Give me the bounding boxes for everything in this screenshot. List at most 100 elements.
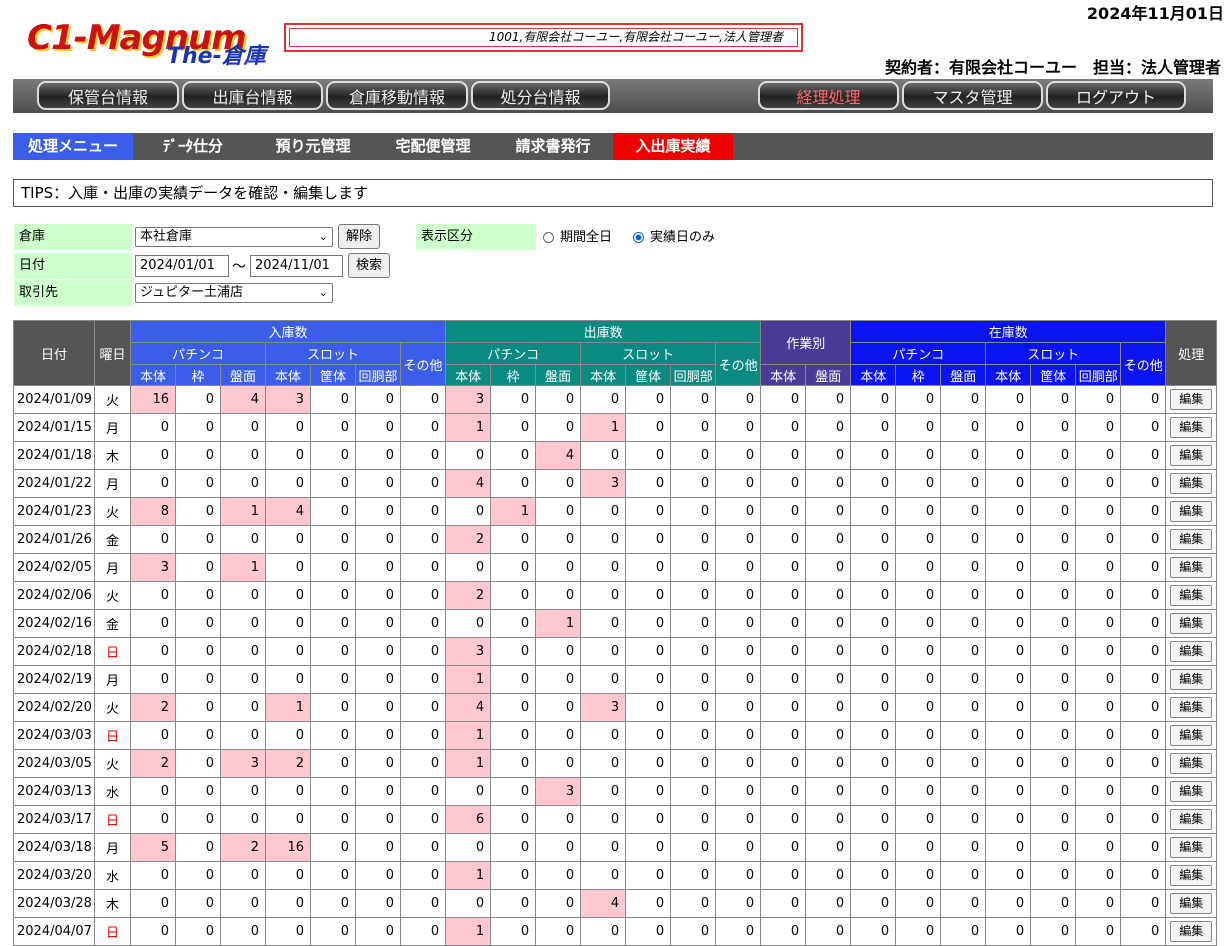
row-in-value: 0 xyxy=(220,889,266,918)
client-label: 取引先 xyxy=(14,280,132,306)
client-select[interactable]: ジュピター土浦店 ⌄ xyxy=(135,283,333,303)
date-from-input[interactable]: 2024/01/01 xyxy=(135,255,229,277)
table-row: 2024/01/23 火 8 0 1 4 0 0 0 0 1 0 0 0 0 0 0 0 0 0 0 0 0 0 0 編集 xyxy=(13,497,1218,526)
edit-button[interactable]: 編集 xyxy=(1170,557,1213,578)
row-action: 編集 xyxy=(1165,525,1218,554)
row-in-value: 0 xyxy=(310,581,356,610)
edit-button[interactable]: 編集 xyxy=(1170,641,1213,662)
edit-button[interactable]: 編集 xyxy=(1170,669,1213,690)
edit-button[interactable]: 編集 xyxy=(1170,613,1213,634)
row-in-value: 0 xyxy=(399,413,447,442)
row-stock-value: 0 xyxy=(1075,553,1122,582)
row-in-value: 0 xyxy=(130,861,176,890)
table-row: 2024/03/03 日 0 0 0 0 0 0 0 1 0 0 0 0 0 0 0 0 0 0 0 0 0 0 0 編集 xyxy=(13,721,1218,750)
row-out-value: 0 xyxy=(445,609,492,638)
row-out-value: 1 xyxy=(445,413,492,442)
search-button[interactable]: 検索 xyxy=(348,253,390,278)
row-stock-value: 0 xyxy=(895,525,942,554)
app-logo[interactable]: C1-Magnum The-倉庫 xyxy=(27,18,267,70)
row-stock-value: 0 xyxy=(1030,553,1077,582)
row-out-value: 0 xyxy=(625,413,672,442)
col-sub: 盤面 xyxy=(220,364,266,386)
row-weekday: 日 xyxy=(94,917,131,946)
nav-storage-info[interactable]: 保管台情報 xyxy=(37,81,179,110)
edit-button[interactable]: 編集 xyxy=(1170,529,1213,550)
row-action: 編集 xyxy=(1165,581,1218,610)
tab-invoice-issue[interactable]: 請求書発行 xyxy=(493,133,613,160)
row-out-value: 1 xyxy=(580,413,627,442)
edit-button[interactable]: 編集 xyxy=(1170,501,1213,522)
clear-button[interactable]: 解除 xyxy=(338,224,380,249)
date-to-input[interactable]: 2024/11/01 xyxy=(250,255,343,277)
row-out-value: 1 xyxy=(490,497,537,526)
row-action: 編集 xyxy=(1165,889,1218,918)
tab-process-menu[interactable]: 処理メニュー xyxy=(13,133,133,160)
row-in-value: 0 xyxy=(355,777,401,806)
row-out-value: 0 xyxy=(670,609,717,638)
nav-logout[interactable]: ログアウト xyxy=(1046,81,1186,110)
row-work-value: 0 xyxy=(760,637,807,666)
row-in-value: 0 xyxy=(175,413,221,442)
tab-depositor-management[interactable]: 預り元管理 xyxy=(253,133,373,160)
row-out-value: 0 xyxy=(670,861,717,890)
edit-button[interactable]: 編集 xyxy=(1170,389,1213,410)
tab-data-sort[interactable]: ﾃﾞｰﾀ仕分 xyxy=(133,133,253,160)
radio-actual-days-circle[interactable] xyxy=(633,232,644,243)
nav-disposal-info[interactable]: 処分台情報 xyxy=(471,81,610,110)
row-stock-value: 0 xyxy=(985,553,1032,582)
row-in-value: 0 xyxy=(220,469,266,498)
row-stock-value: 0 xyxy=(1120,889,1167,918)
sub-nav-bar: 処理メニュー ﾃﾞｰﾀ仕分 預り元管理 宅配便管理 請求書発行 入出庫実績 xyxy=(13,133,1213,160)
table-row: 2024/02/16 金 0 0 0 0 0 0 0 0 0 1 0 0 0 0 0 0 0 0 0 0 0 0 0 編集 xyxy=(13,609,1218,638)
edit-button[interactable]: 編集 xyxy=(1170,837,1213,858)
row-action: 編集 xyxy=(1165,385,1218,414)
row-work-value: 0 xyxy=(805,917,852,946)
row-stock-value: 0 xyxy=(895,469,942,498)
edit-button[interactable]: 編集 xyxy=(1170,865,1213,886)
table-row: 2024/03/28 木 0 0 0 0 0 0 0 0 0 0 4 0 0 0 0 0 0 0 0 0 0 0 0 編集 xyxy=(13,889,1218,918)
edit-button[interactable]: 編集 xyxy=(1170,781,1213,802)
row-work-value: 0 xyxy=(805,693,852,722)
edit-button[interactable]: 編集 xyxy=(1170,445,1213,466)
nav-accounting[interactable]: 経理処理 xyxy=(758,81,899,110)
warehouse-select[interactable]: 本社倉庫 ⌄ xyxy=(135,227,333,247)
row-out-value: 0 xyxy=(490,385,537,414)
nav-warehouse-move-info[interactable]: 倉庫移動情報 xyxy=(326,81,468,110)
row-out-value: 0 xyxy=(670,805,717,834)
radio-all-days-circle[interactable] xyxy=(543,232,554,243)
edit-button[interactable]: 編集 xyxy=(1170,417,1213,438)
radio-actual-days[interactable]: 実績日のみ xyxy=(633,230,715,246)
row-out-value: 0 xyxy=(445,553,492,582)
row-work-value: 0 xyxy=(805,413,852,442)
row-out-value: 0 xyxy=(535,693,582,722)
edit-button[interactable]: 編集 xyxy=(1170,697,1213,718)
row-in-value: 0 xyxy=(355,609,401,638)
row-in-value: 0 xyxy=(175,385,221,414)
row-work-value: 0 xyxy=(805,721,852,750)
row-stock-value: 0 xyxy=(940,889,987,918)
row-action: 編集 xyxy=(1165,441,1218,470)
row-out-value: 4 xyxy=(445,693,492,722)
tab-io-results[interactable]: 入出庫実績 xyxy=(613,133,733,160)
radio-all-days[interactable]: 期間全日 xyxy=(543,230,612,246)
row-in-value: 0 xyxy=(310,693,356,722)
tab-delivery-management[interactable]: 宅配便管理 xyxy=(373,133,493,160)
edit-button[interactable]: 編集 xyxy=(1170,473,1213,494)
row-in-value: 0 xyxy=(130,441,176,470)
edit-button[interactable]: 編集 xyxy=(1170,725,1213,746)
row-stock-value: 0 xyxy=(1120,721,1167,750)
col-out-group: 出庫数 xyxy=(445,320,762,343)
nav-outbound-info[interactable]: 出庫台情報 xyxy=(182,81,323,110)
edit-button[interactable]: 編集 xyxy=(1170,893,1213,914)
row-work-value: 0 xyxy=(805,385,852,414)
nav-master-management[interactable]: マスタ管理 xyxy=(902,81,1043,110)
row-out-value: 0 xyxy=(490,693,537,722)
edit-button[interactable]: 編集 xyxy=(1170,809,1213,830)
row-date: 2024/02/05 xyxy=(13,553,95,582)
chevron-down-icon: ⌄ xyxy=(318,230,328,243)
edit-button[interactable]: 編集 xyxy=(1170,753,1213,774)
row-out-value: 0 xyxy=(625,889,672,918)
edit-button[interactable]: 編集 xyxy=(1170,585,1213,606)
row-work-value: 0 xyxy=(805,861,852,890)
row-in-value: 0 xyxy=(399,581,447,610)
